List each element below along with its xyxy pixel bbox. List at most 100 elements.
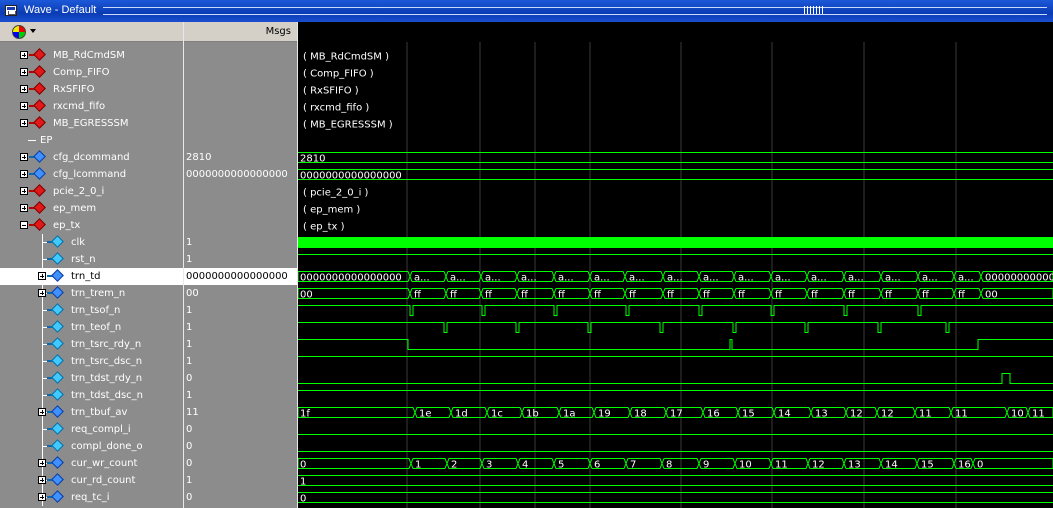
value-row[interactable]: 1: [184, 387, 297, 404]
expand-icon[interactable]: [38, 459, 46, 467]
signal-row-trn-tdst-rdy-n[interactable]: trn_tdst_rdy_n: [0, 370, 183, 387]
signal-name: cfg_lcommand: [53, 169, 127, 180]
signal-row-cur-rd-count[interactable]: cur_rd_count: [0, 472, 183, 489]
value-row[interactable]: [184, 132, 297, 149]
value-row[interactable]: [184, 115, 297, 132]
signal-row-trn-tdst-dsc-n[interactable]: trn_tdst_dsc_n: [0, 387, 183, 404]
value-row[interactable]: 0: [184, 370, 297, 387]
signal-row-ep-mem[interactable]: ep_mem: [0, 200, 183, 217]
trn-td-value: a...: [703, 273, 719, 284]
value-row[interactable]: [184, 200, 297, 217]
signal-row-mb-rdcmdsm[interactable]: MB_RdCmdSM: [0, 47, 183, 64]
signal-row-trn-trem-n[interactable]: trn_trem_n: [0, 285, 183, 302]
signal-row-cfg-lcommand[interactable]: cfg_lcommand: [0, 166, 183, 183]
expand-icon[interactable]: [20, 85, 28, 93]
value-row[interactable]: [184, 47, 297, 64]
expand-icon[interactable]: [20, 204, 28, 212]
waveform-pane[interactable]: ( MB_RdCmdSM ) ( Comp_FIFO ) ( RxSFIFO ) ( …: [298, 22, 1053, 508]
signal-row-req-compl-i[interactable]: req_compl_i: [0, 421, 183, 438]
signal-row-rxsfifo[interactable]: RxSFIFO: [0, 81, 183, 98]
trn-trem-n-value: ff: [885, 290, 893, 301]
value-row[interactable]: 1: [184, 353, 297, 370]
signal-row-trn-tsof-n[interactable]: trn_tsof_n: [0, 302, 183, 319]
expand-icon[interactable]: [38, 493, 46, 501]
trn-td-value: a...: [450, 273, 466, 284]
expand-icon[interactable]: [20, 119, 28, 127]
drag-handle-icon[interactable]: [804, 6, 824, 14]
signal-row-pcie-2-0-i[interactable]: pcie_2_0_i: [0, 183, 183, 200]
signal-row-clk[interactable]: clk: [0, 234, 183, 251]
trn-tbuf-av-value: 13: [815, 409, 828, 420]
signal-row-trn-teof-n[interactable]: trn_teof_n: [0, 319, 183, 336]
signal-row-trn-tsrc-dsc-n[interactable]: trn_tsrc_dsc_n: [0, 353, 183, 370]
signal-row-mb-egresssm[interactable]: MB_EGRESSSM: [0, 115, 183, 132]
signal-row-cfg-dcommand[interactable]: cfg_dcommand: [0, 149, 183, 166]
value-row[interactable]: 1: [184, 472, 297, 489]
value-row[interactable]: 1: [184, 302, 297, 319]
expand-icon[interactable]: [20, 68, 28, 76]
signal-row-cur-wr-count[interactable]: cur_wr_count: [0, 455, 183, 472]
value-row[interactable]: 1: [184, 234, 297, 251]
expand-icon[interactable]: [38, 272, 46, 280]
expand-icon[interactable]: [20, 153, 28, 161]
value-row[interactable]: [184, 183, 297, 200]
collapse-icon[interactable]: [20, 221, 28, 229]
trn-td-value: 0000000000000000: [300, 273, 402, 284]
signal-row-req-tc-i[interactable]: req_tc_i: [0, 489, 183, 506]
signal-row-rxcmd-fifo[interactable]: rxcmd_fifo: [0, 98, 183, 115]
cur-wr-count-value: 14: [885, 460, 898, 471]
signal-row-trn-tsrc-rdy-n[interactable]: trn_tsrc_rdy_n: [0, 336, 183, 353]
divider-row[interactable]: EP: [0, 132, 183, 149]
trn-tbuf-av-value: 18: [634, 409, 647, 420]
signal-row-trn-tbuf-av[interactable]: trn_tbuf_av: [0, 404, 183, 421]
waveform-canvas[interactable]: ( MB_RdCmdSM ) ( Comp_FIFO ) ( RxSFIFO ) ( …: [298, 22, 1053, 508]
cur-wr-count-value: 16: [958, 460, 971, 471]
instance-label: ( Comp_FIFO ): [303, 69, 374, 80]
expand-icon[interactable]: [38, 289, 46, 297]
divider-label: EP: [40, 135, 53, 146]
expand-icon[interactable]: [38, 408, 46, 416]
value-row[interactable]: 00: [184, 285, 297, 302]
value-row[interactable]: 1: [184, 319, 297, 336]
title-bar[interactable]: Wave - Default: [0, 0, 1053, 22]
trn-tbuf-av-value: 12: [881, 409, 894, 420]
signal-row-compl-done-o[interactable]: compl_done_o: [0, 438, 183, 455]
value-row[interactable]: 11: [184, 404, 297, 421]
value-row[interactable]: [184, 64, 297, 81]
trn-trem-n-value: ff: [922, 290, 930, 301]
cur-wr-count-value: 7: [630, 460, 636, 471]
expand-icon[interactable]: [20, 102, 28, 110]
expand-icon[interactable]: [38, 476, 46, 484]
trn-tbuf-av-value: 17: [670, 409, 683, 420]
signal-names-pane[interactable]: MB_RdCmdSM Comp_FIFO RxSFIFO rxcmd_fifo MB_E…: [0, 22, 183, 508]
signal-row-trn-td[interactable]: trn_td: [0, 268, 183, 285]
value-row[interactable]: [184, 98, 297, 115]
value-row[interactable]: [184, 81, 297, 98]
expand-icon[interactable]: [20, 187, 28, 195]
signal-values-pane[interactable]: Msgs 2810 0000000000000000 1 1 0000000000000…: [184, 22, 297, 508]
value-row[interactable]: 0000000000000000: [184, 268, 297, 285]
cur-wr-count-value: 6: [594, 460, 600, 471]
value-row[interactable]: 1: [184, 251, 297, 268]
signal-name: trn_tsrc_rdy_n: [71, 339, 142, 350]
value-row[interactable]: 0000000000000000: [184, 166, 297, 183]
chevron-down-icon[interactable]: [30, 29, 36, 33]
value-row[interactable]: [184, 217, 297, 234]
signal-value: 0000000000000000: [186, 169, 288, 180]
value-row[interactable]: 0: [184, 421, 297, 438]
value-row[interactable]: 0: [184, 438, 297, 455]
trn-trem-n-value: ff: [558, 290, 566, 301]
value-row[interactable]: 0: [184, 489, 297, 506]
expand-icon[interactable]: [20, 170, 28, 178]
value-row[interactable]: 2810: [184, 149, 297, 166]
value-row[interactable]: 1: [184, 336, 297, 353]
signal-row-ep-tx[interactable]: ep_tx: [0, 217, 183, 234]
signal-name: req_tc_i: [71, 492, 110, 503]
value-row[interactable]: 0: [184, 455, 297, 472]
signal-row-rst-n[interactable]: rst_n: [0, 251, 183, 268]
expand-icon[interactable]: [20, 51, 28, 59]
cur-wr-count-value: 5: [558, 460, 564, 471]
signal-row-comp-fifo[interactable]: Comp_FIFO: [0, 64, 183, 81]
wave-color-icon[interactable]: [12, 25, 26, 39]
trn-tbuf-av-value: 1d: [455, 409, 468, 420]
